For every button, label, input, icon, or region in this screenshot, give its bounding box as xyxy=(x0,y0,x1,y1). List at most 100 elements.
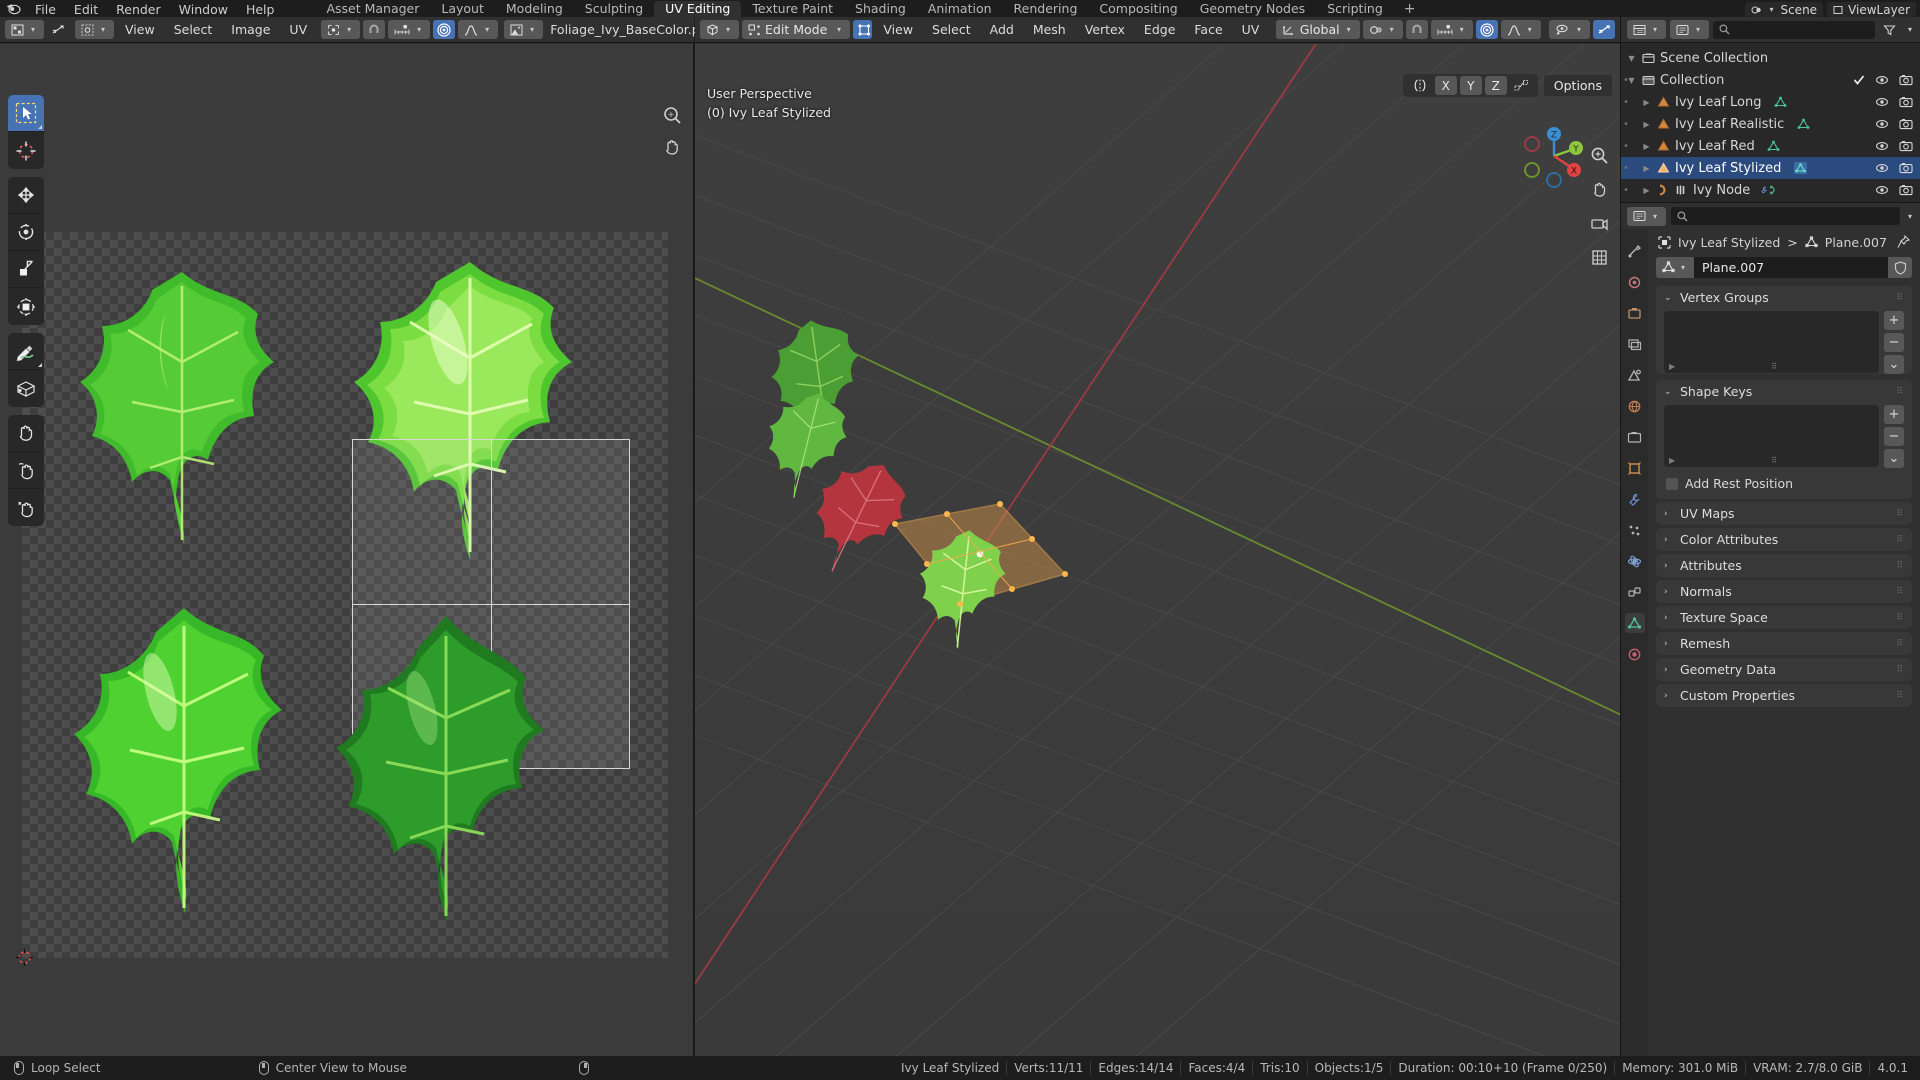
view-layer-selector[interactable]: ViewLayer xyxy=(1827,2,1916,17)
menu-window[interactable]: Window xyxy=(170,2,237,17)
uv-editor-type-selector[interactable]: ▾ xyxy=(5,20,45,39)
breadcrumb-object-name[interactable]: Ivy Leaf Stylized xyxy=(1678,235,1780,250)
view-layer-tab[interactable] xyxy=(1625,334,1645,354)
xray-toggle[interactable] xyxy=(1593,20,1615,39)
chevron-right-icon[interactable]: › xyxy=(1664,665,1674,675)
panel-drag-grip[interactable]: ⠿ xyxy=(1896,613,1904,623)
remove-item-button[interactable]: − xyxy=(1884,427,1904,446)
transform-orientation-selector[interactable]: Global ▾ xyxy=(1275,20,1360,39)
workspace-tab-shading[interactable]: Shading xyxy=(844,1,917,17)
panel-drag-grip[interactable]: ⠿ xyxy=(1896,665,1904,675)
disable-in-render-camera-icon[interactable] xyxy=(1899,118,1913,130)
properties-search-input[interactable] xyxy=(1671,207,1900,225)
menu-render[interactable]: Render xyxy=(107,2,170,17)
outliner-display-mode-selector[interactable]: ▾ xyxy=(1627,20,1667,39)
object-tab[interactable] xyxy=(1625,458,1645,478)
chevron-right-icon[interactable]: › xyxy=(1664,639,1674,649)
outliner-filter-id-selector[interactable]: ▾ xyxy=(1670,20,1710,39)
properties-options-chevron-icon[interactable]: ▾ xyxy=(1905,212,1915,221)
particles-tab[interactable] xyxy=(1625,520,1645,540)
list-resize-grip[interactable]: ⠿ xyxy=(1771,362,1778,371)
disclosure-triangle-icon[interactable]: ▶ xyxy=(1642,186,1651,195)
workspace-tab-geometry-nodes[interactable]: Geometry Nodes xyxy=(1189,1,1316,17)
mesh-data-icon-button[interactable]: ▾ xyxy=(1656,257,1695,278)
uv-menu-uv[interactable]: UV xyxy=(281,20,315,39)
chevron-right-icon[interactable]: › xyxy=(1664,613,1674,623)
panel-header-color-attributes[interactable]: › Color Attributes ⠿ xyxy=(1656,528,1912,551)
render-tab[interactable] xyxy=(1625,272,1645,292)
outliner-row-ivy-leaf-realistic[interactable]: • ▶ Ivy Leaf Realistic xyxy=(1621,113,1920,135)
uv-menu-view[interactable]: View xyxy=(117,20,163,39)
panel-header-normals[interactable]: › Normals ⠿ xyxy=(1656,580,1912,603)
disable-in-render-camera-icon[interactable] xyxy=(1899,74,1913,86)
panel-drag-grip[interactable]: ⠿ xyxy=(1896,561,1904,571)
outliner-tree[interactable]: ▼ Scene Collection • ▼ Collection • ▶ Ivy Lea… xyxy=(1621,44,1920,202)
panel-drag-grip[interactable]: ⠿ xyxy=(1896,587,1904,597)
modifier-tab[interactable] xyxy=(1625,489,1645,509)
annotate-tool[interactable] xyxy=(8,333,44,370)
uv-image-name[interactable]: Foliage_Ivy_BaseColor.p xyxy=(546,20,707,39)
proportional-falloff-selector[interactable]: ▾ xyxy=(1500,20,1541,39)
uv-proportional-falloff-selector[interactable]: ▾ xyxy=(458,20,499,39)
tool-tab[interactable] xyxy=(1625,241,1645,261)
menu-edit[interactable]: Edit xyxy=(65,2,107,17)
output-tab[interactable] xyxy=(1625,303,1645,323)
rotate-tool[interactable] xyxy=(8,214,44,251)
workspace-tab-rendering[interactable]: Rendering xyxy=(1003,1,1089,17)
material-tab[interactable] xyxy=(1625,644,1645,664)
chevron-right-icon[interactable]: › xyxy=(1664,587,1674,597)
chevron-right-icon[interactable]: › xyxy=(1664,691,1674,701)
mesh-data-icon[interactable] xyxy=(1772,96,1790,108)
outliner-search-input[interactable] xyxy=(1713,20,1875,39)
hide-in-viewport-eye-icon[interactable] xyxy=(1875,184,1889,196)
viewport-menu-add[interactable]: Add xyxy=(982,20,1022,39)
workspace-tab-asset-manager[interactable]: Asset Manager xyxy=(315,1,430,17)
viewport-menu-face[interactable]: Face xyxy=(1186,20,1230,39)
panel-header-remesh[interactable]: › Remesh ⠿ xyxy=(1656,632,1912,655)
grab-uv-tool[interactable] xyxy=(8,415,44,452)
outliner-row-ivy-leaf-stylized[interactable]: • ▶ Ivy Leaf Stylized xyxy=(1621,157,1920,179)
viewport-editor-type-selector[interactable]: ▾ xyxy=(700,20,740,39)
move-tool[interactable] xyxy=(8,177,44,214)
add-rest-position-row[interactable]: Add Rest Position xyxy=(1656,474,1912,499)
workspace-tab-animation[interactable]: Animation xyxy=(917,1,1003,17)
disclosure-triangle-icon[interactable]: ▶ xyxy=(1642,98,1651,107)
outliner-row-scene-collection[interactable]: ▼ Scene Collection xyxy=(1621,47,1920,69)
workspace-tab-layout[interactable]: Layout xyxy=(430,1,495,17)
vertex-mode-icon[interactable] xyxy=(853,20,873,39)
breadcrumb-data-name[interactable]: Plane.007 xyxy=(1825,235,1887,250)
disable-in-render-camera-icon[interactable] xyxy=(1899,184,1913,196)
collection-tab[interactable] xyxy=(1625,427,1645,447)
panel-header-uv-maps[interactable]: › UV Maps ⠿ xyxy=(1656,502,1912,525)
scale-tool[interactable] xyxy=(8,251,44,288)
uv-zoom-icon[interactable]: + xyxy=(661,104,683,126)
mesh-data-icon[interactable] xyxy=(1791,162,1809,174)
panel-drag-grip[interactable]: ⠿ xyxy=(1896,387,1904,397)
chevron-right-icon[interactable]: › xyxy=(1664,509,1674,519)
viewport-menu-uv[interactable]: UV xyxy=(1234,20,1268,39)
pin-icon[interactable] xyxy=(1897,235,1910,249)
list-expand-arrow-icon[interactable]: ▶ xyxy=(1669,456,1675,465)
object-data-tab[interactable] xyxy=(1624,613,1645,633)
disable-in-render-camera-icon[interactable] xyxy=(1899,140,1913,152)
panel-header-custom-properties[interactable]: › Custom Properties ⠿ xyxy=(1656,684,1912,707)
fake-user-icon[interactable] xyxy=(1888,257,1912,278)
panel-drag-grip[interactable]: ⠿ xyxy=(1896,639,1904,649)
disable-in-render-camera-icon[interactable] xyxy=(1899,96,1913,108)
outliner-filter-icon[interactable] xyxy=(1879,20,1901,39)
outliner-row-ivy-leaf-long[interactable]: • ▶ Ivy Leaf Long xyxy=(1621,91,1920,113)
uv-sticky-selection-selector[interactable]: ▾ xyxy=(75,20,115,39)
mesh-data-icon[interactable] xyxy=(1765,140,1783,152)
hide-in-viewport-eye-icon[interactable] xyxy=(1875,96,1889,108)
uv-pan-hand-icon[interactable] xyxy=(661,136,683,158)
constraint-tab[interactable] xyxy=(1625,582,1645,602)
list-resize-grip[interactable]: ⠿ xyxy=(1771,456,1778,465)
blender-logo-icon[interactable] xyxy=(0,0,26,17)
viewport-menu-view[interactable]: View xyxy=(875,20,921,39)
disable-in-render-camera-icon[interactable] xyxy=(1899,162,1913,174)
panel-header-shape-keys[interactable]: ⌄ Shape Keys ⠿ xyxy=(1656,380,1912,403)
viewport-menu-edge[interactable]: Edge xyxy=(1136,20,1183,39)
remove-item-button[interactable]: − xyxy=(1884,333,1904,352)
uv-menu-image[interactable]: Image xyxy=(223,20,278,39)
workspace-tab-scripting[interactable]: Scripting xyxy=(1316,1,1394,17)
